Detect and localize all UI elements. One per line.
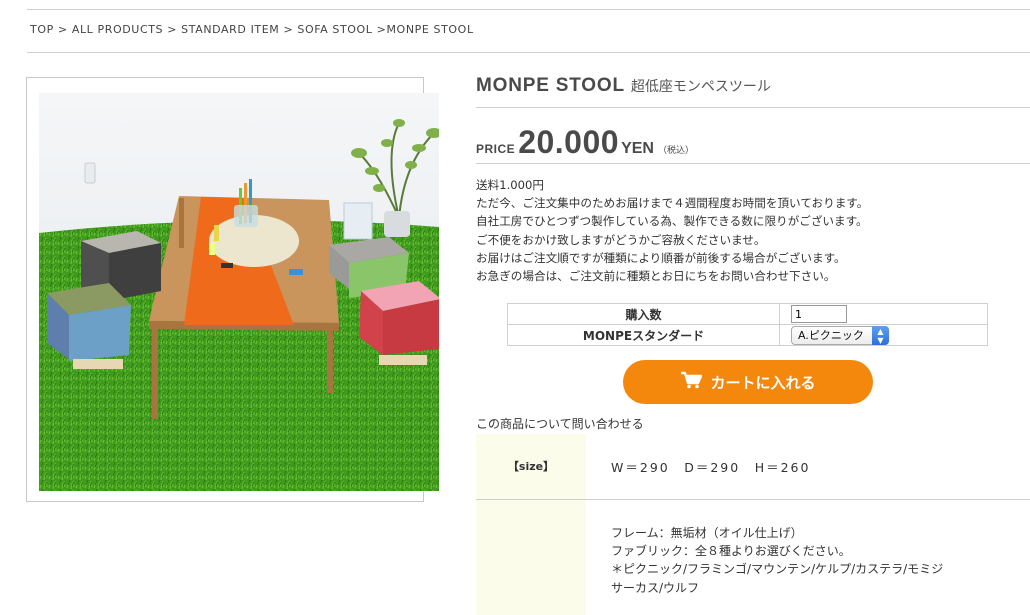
quantity-label: 購入数 — [507, 303, 780, 325]
description-line: ただ今、ご注文集中のためお届けまで４週間程度お時間を頂いております。 — [476, 196, 869, 211]
breadcrumb-sofa-stool-link[interactable]: SOFA STOOL — [297, 23, 372, 36]
spec-size-label: 【size】 — [507, 460, 555, 473]
spec-material-line: ＊ピクニック/フラミンゴ/マウンテン/ケルプ/カステラ/モミジ — [611, 562, 944, 577]
spec-size-value: W＝290 D＝290 H＝260 — [611, 460, 811, 475]
spec-label-cell — [476, 500, 586, 615]
description-line: 自社工房でひとつずつ製作している為、製作できる数に限りがございます。 — [476, 214, 868, 229]
plant-pot — [384, 211, 410, 237]
product-photo-image — [39, 93, 439, 491]
breadcrumb-all-products-link[interactable]: ALL PRODUCTS — [72, 23, 163, 36]
price-label: PRICE — [476, 142, 516, 156]
table-leg — [179, 198, 184, 248]
spec-material: フレーム：無垢材（オイル仕上げ） ファブリック：全８種よりお選びください。 ＊ピ… — [611, 524, 943, 597]
description-line: お急ぎの場合は、ご注文前に種類とお日にちをお問い合わせ下さい。 — [476, 269, 836, 284]
product-inquiry-link[interactable]: この商品について問い合わせる — [476, 415, 644, 432]
price-divider — [476, 163, 1030, 164]
glass-cup — [234, 205, 258, 227]
add-to-cart-button[interactable]: カートに入れる — [623, 360, 873, 404]
variant-cell: A.ピクニック ▲ ▼ — [779, 324, 988, 346]
variant-selected-value: A.ピクニック — [798, 328, 864, 342]
spec-material-line: フレーム：無垢材（オイル仕上げ） — [611, 526, 803, 540]
product-title: MONPE STOOL 超低座モンペスツール — [476, 75, 771, 97]
breadcrumb-current: MONPE STOOL — [386, 23, 474, 36]
breadcrumb-standard-item-link[interactable]: STANDARD ITEM — [181, 23, 279, 36]
breadcrumb-top-link[interactable]: TOP — [30, 23, 54, 36]
purchase-options-table: 購入数 MONPEスタンダード A.ピクニック ▲▼ — [507, 303, 988, 346]
quantity-row: 購入数 — [507, 303, 988, 325]
breadcrumb-separator: > — [163, 23, 182, 36]
table-leg — [327, 331, 333, 393]
top-divider — [27, 9, 1030, 10]
price-block: PRICE20.000 YEN （税込） — [476, 124, 694, 161]
variant-label: MONPEスタンダード — [507, 324, 780, 346]
product-name-en: MONPE STOOL — [476, 75, 625, 96]
product-description: 送料1.000円 ただ今、ご注文集中のためお届けまで４週間程度お時間を頂いており… — [476, 176, 868, 285]
price-value: 20.000 — [518, 124, 620, 160]
product-name-jp: 超低座モンペスツール — [630, 79, 771, 95]
spec-material-line: ファブリック：全８種よりお選びください。 — [611, 544, 851, 559]
description-line: お届けはご注文順ですが種類により順番が前後する場合がございます。 — [476, 250, 846, 265]
spec-material-line: サーカス/ウルフ — [611, 580, 700, 595]
quantity-input[interactable] — [791, 305, 847, 323]
quantity-cell — [779, 303, 988, 325]
breadcrumb-divider — [27, 52, 1030, 53]
select-arrows-icon: ▲ ▼ — [872, 325, 889, 345]
breadcrumb-separator: > — [53, 23, 72, 36]
picture-frame — [343, 202, 373, 240]
cart-icon — [680, 371, 703, 393]
price-tax-note: （税込） — [657, 146, 694, 156]
table-leg — [152, 329, 158, 419]
title-divider — [476, 107, 1030, 108]
breadcrumb-separator: > — [279, 23, 298, 36]
add-to-cart-label: カートに入れる — [710, 373, 816, 392]
variant-select[interactable]: A.ピクニック ▲ ▼ — [791, 325, 889, 345]
wall-outlet — [84, 162, 96, 184]
price-unit: YEN — [621, 140, 654, 157]
product-photo-frame — [26, 77, 439, 502]
breadcrumb-separator: > — [372, 23, 387, 36]
breadcrumb: TOP > ALL PRODUCTS > STANDARD ITEM > SOF… — [30, 23, 474, 36]
description-line: 送料1.000円 — [476, 178, 544, 192]
description-line: ご不便をおかけ致しますがどうかご容赦くださいませ。 — [476, 232, 766, 247]
variant-row: MONPEスタンダード A.ピクニック ▲ ▼ — [507, 324, 988, 346]
product-photo[interactable] — [39, 93, 439, 491]
